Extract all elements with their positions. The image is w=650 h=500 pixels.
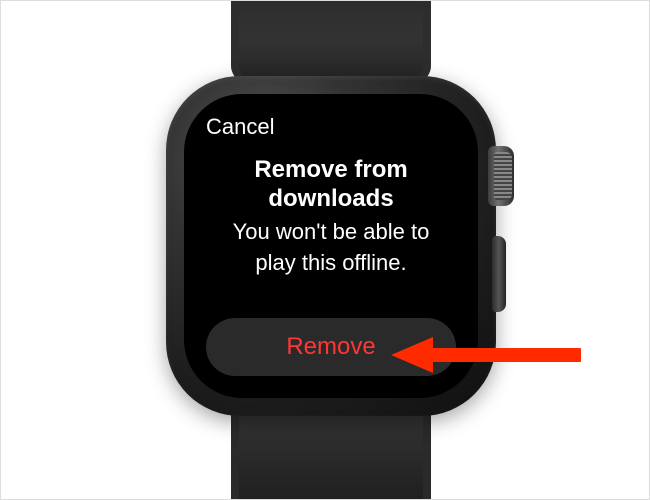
dialog-title: Remove from downloads bbox=[206, 156, 456, 214]
dialog-title-line1: Remove from bbox=[206, 156, 456, 185]
spacer bbox=[206, 277, 456, 318]
dialog-title-line2: downloads bbox=[206, 185, 456, 214]
cancel-button[interactable]: Cancel bbox=[206, 116, 274, 138]
watch-screen: Cancel Remove from downloads You won't b… bbox=[184, 94, 478, 398]
dialog-message-line1: You won't be able to bbox=[206, 218, 456, 246]
dialog-message: You won't be able to play this offline. bbox=[206, 214, 456, 277]
watch-case: Cancel Remove from downloads You won't b… bbox=[166, 76, 496, 416]
side-button[interactable] bbox=[492, 236, 506, 312]
remove-button[interactable]: Remove bbox=[206, 318, 456, 376]
dialog-message-line2: play this offline. bbox=[206, 249, 456, 277]
digital-crown[interactable] bbox=[488, 146, 514, 206]
